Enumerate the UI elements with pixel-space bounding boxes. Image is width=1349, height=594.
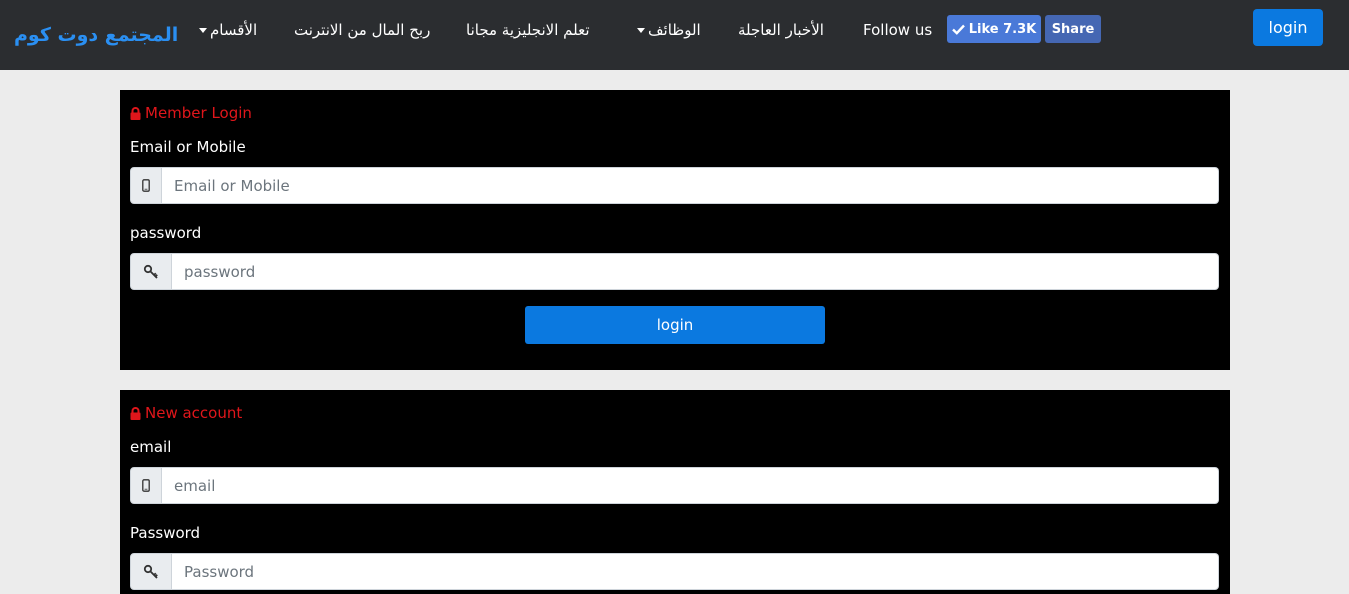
signup-password-input[interactable] (172, 553, 1219, 590)
nav-item-learn-english[interactable]: تعلم الانجليزية مجانا (466, 20, 590, 40)
key-icon (130, 253, 172, 290)
follow-us-label: Follow us (863, 21, 933, 39)
nav-item-sections-label: الأقسام (210, 21, 258, 39)
member-login-title: Member Login (130, 104, 252, 122)
facebook-share-label: Share (1051, 21, 1095, 37)
nav-item-jobs-label: الوظائف (648, 21, 701, 39)
nav-item-breaking-news[interactable]: الأخبار العاجلة (738, 20, 824, 40)
header-login-label: login (1268, 18, 1308, 37)
login-password-input[interactable] (172, 253, 1219, 290)
key-icon (130, 553, 172, 590)
member-login-title-text: Member Login (145, 104, 252, 122)
signup-email-label: email (130, 438, 172, 456)
mobile-icon (130, 167, 162, 204)
signup-email-group (130, 467, 1219, 504)
lock-icon (130, 106, 141, 120)
caret-down-icon (637, 28, 645, 33)
member-login-panel: Member Login Email or Mobile password lo… (120, 90, 1230, 370)
login-email-input[interactable] (162, 167, 1219, 204)
site-brand[interactable]: المجتمع دوت كوم (14, 24, 178, 46)
signup-password-group (130, 553, 1219, 590)
signup-email-input[interactable] (162, 467, 1219, 504)
login-email-group (130, 167, 1219, 204)
nav-item-sections[interactable]: الأقسام (196, 20, 257, 40)
signup-password-label: Password (130, 524, 201, 542)
lock-icon (130, 406, 141, 420)
login-password-label: password (130, 224, 202, 242)
new-account-title: New account (130, 404, 242, 422)
facebook-like-label: Like 7.3K (968, 21, 1037, 37)
top-navbar: المجتمع دوت كوم الأقسام ربح المال من الا… (0, 0, 1349, 70)
mobile-icon (130, 467, 162, 504)
caret-down-icon (199, 28, 207, 33)
new-account-panel: New account email Password (120, 390, 1230, 594)
login-submit-label: login (656, 316, 694, 334)
new-account-title-text: New account (145, 404, 243, 422)
nav-item-earn-money[interactable]: ربح المال من الانترنت (294, 20, 430, 40)
nav-item-jobs[interactable]: الوظائف (634, 20, 701, 40)
facebook-share-button[interactable]: Share (1045, 15, 1101, 43)
header-login-button[interactable]: login (1253, 9, 1323, 46)
login-submit-button[interactable]: login (525, 306, 825, 344)
login-password-group (130, 253, 1219, 290)
checkmark-icon (951, 24, 965, 35)
login-email-label: Email or Mobile (130, 138, 246, 156)
facebook-like-button[interactable]: Like 7.3K (947, 15, 1041, 43)
